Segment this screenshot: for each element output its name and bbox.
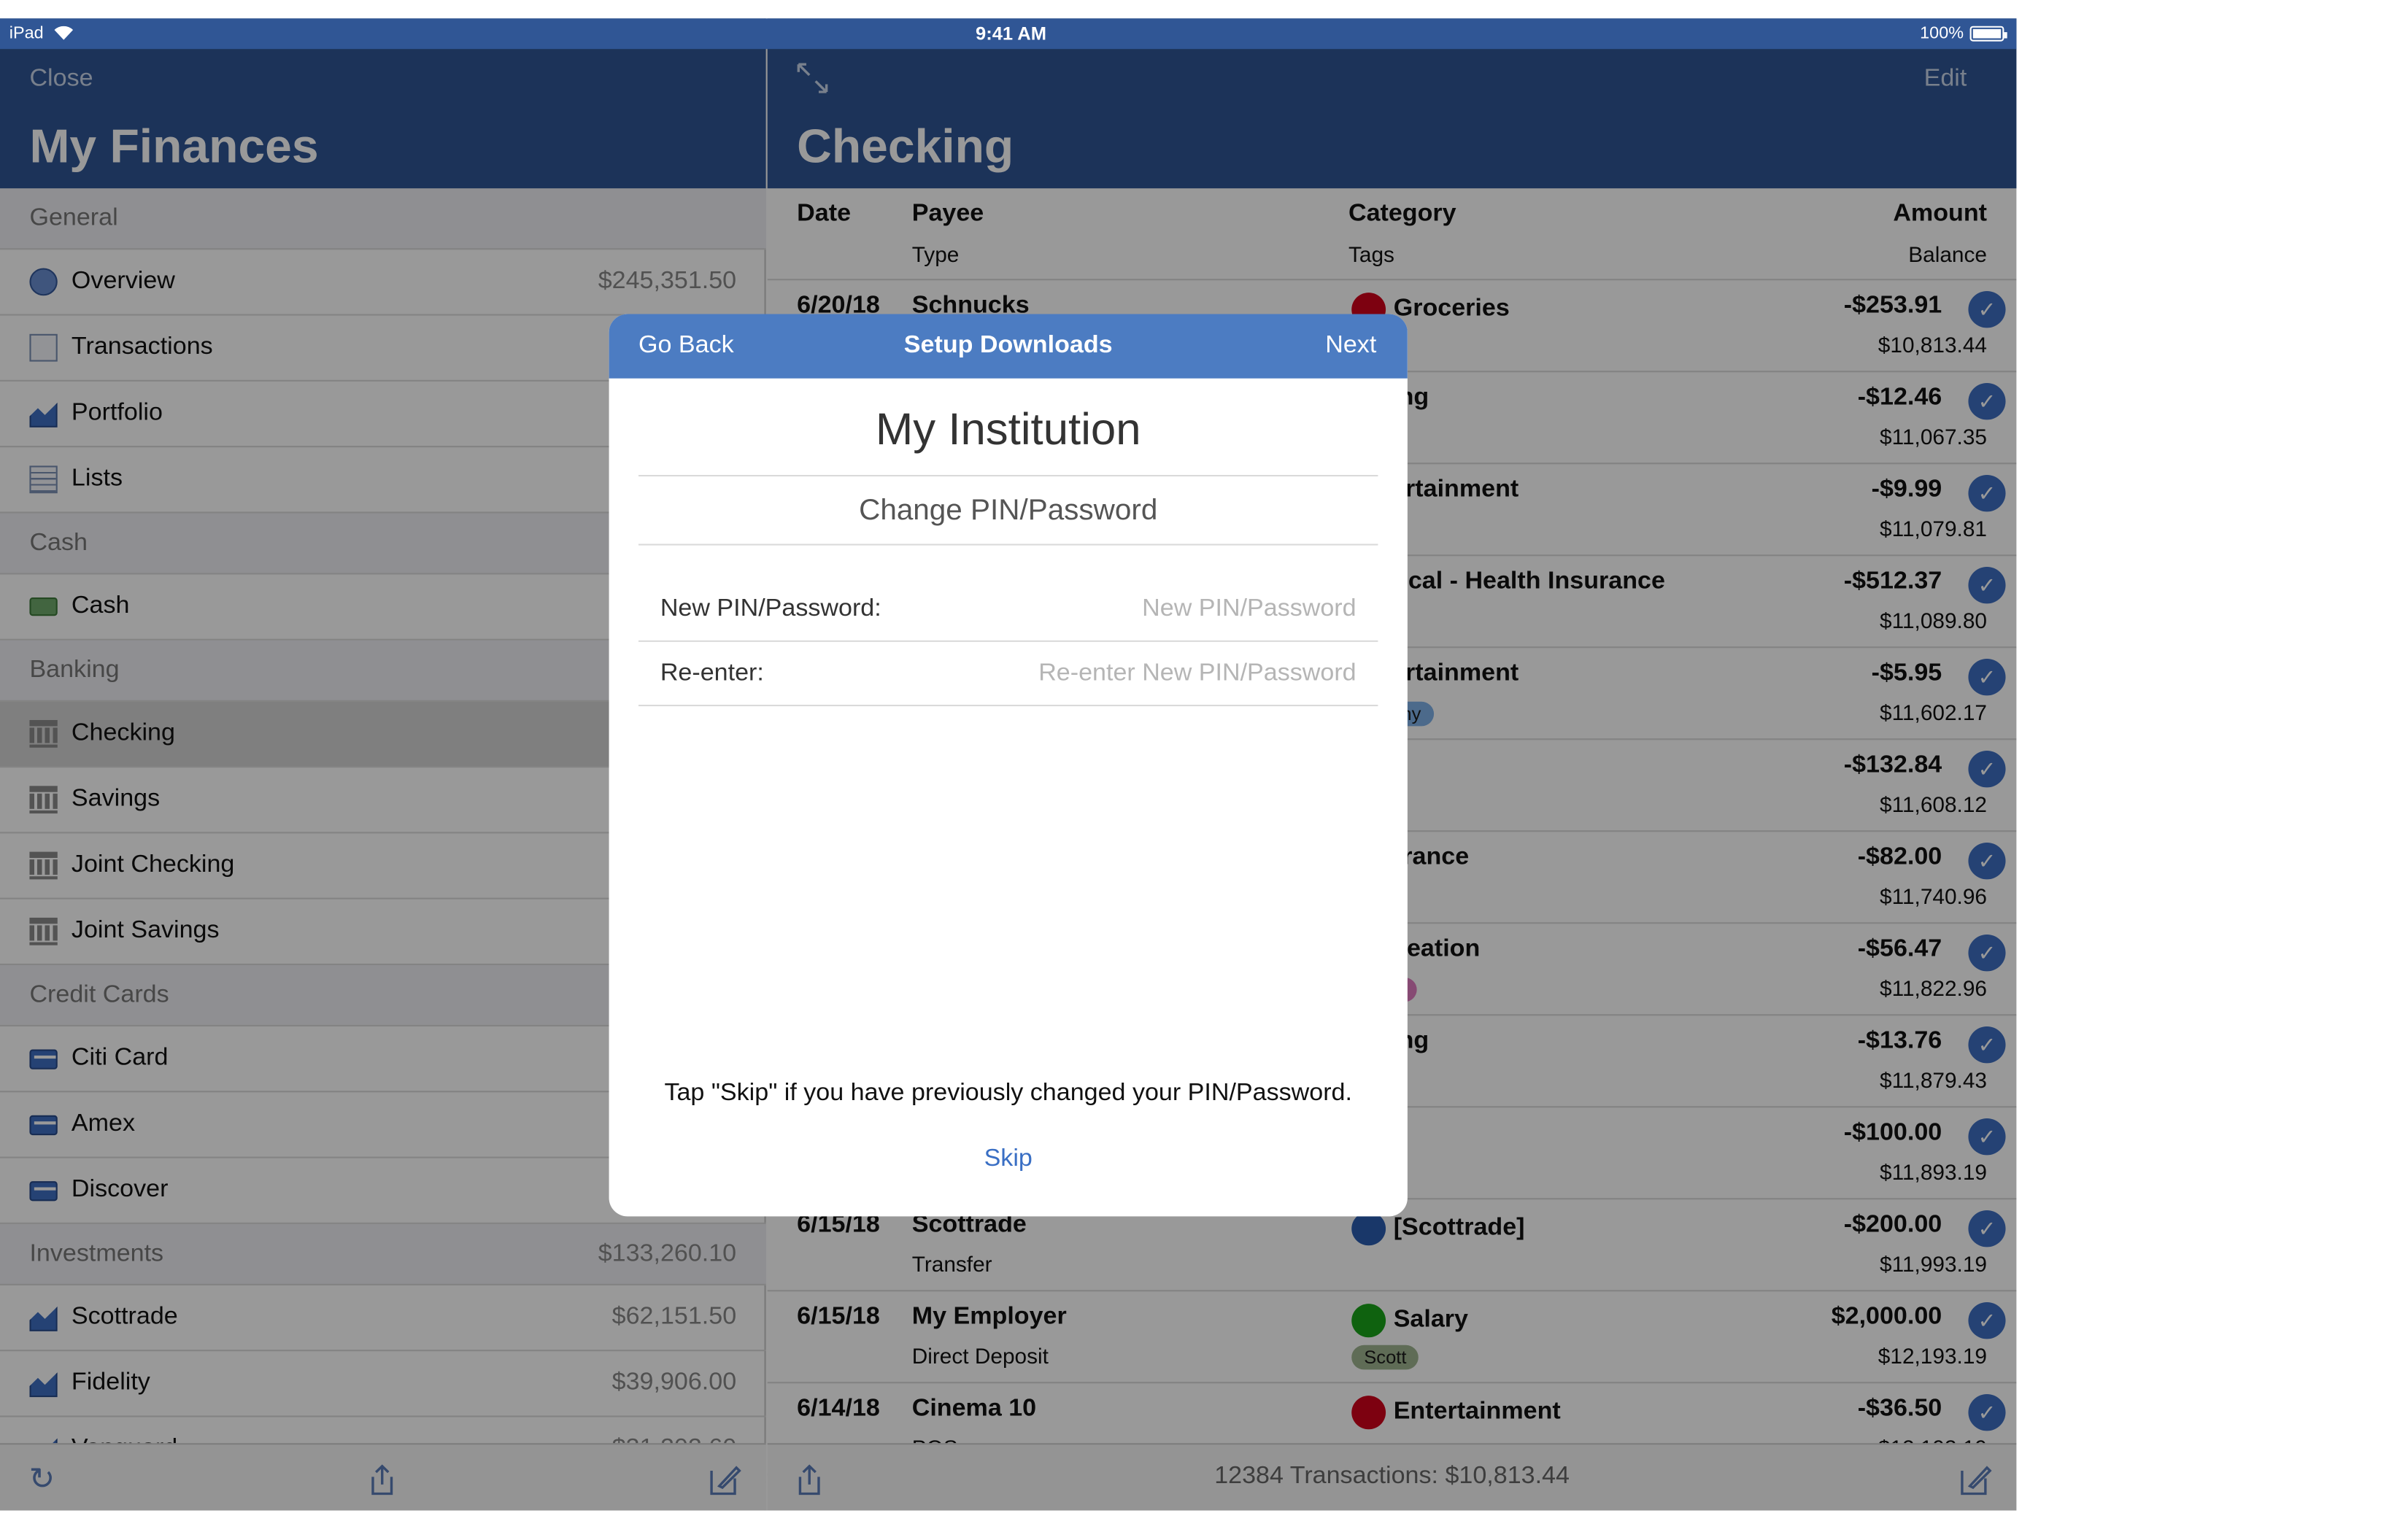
institution-name: My Institution: [638, 379, 1378, 477]
new-pin-input[interactable]: [921, 589, 1357, 630]
status-right: 100%: [1920, 24, 2007, 43]
dialog-header: Go Back Setup Downloads Next: [609, 314, 1408, 379]
skip-hint: Tap "Skip" if you have previously change…: [664, 1080, 1352, 1107]
device-label: iPad: [9, 24, 44, 43]
reenter-pin-row: Re-enter:: [638, 642, 1378, 707]
status-left: iPad: [9, 24, 74, 43]
new-pin-row: New PIN/Password:: [638, 578, 1378, 642]
dialog-title: Setup Downloads: [903, 332, 1113, 359]
battery-icon: [1969, 26, 2007, 42]
next-button[interactable]: Next: [1325, 333, 1376, 360]
setup-downloads-dialog: Go Back Setup Downloads Next My Institut…: [609, 314, 1408, 1217]
dialog-subtitle: Change PIN/Password: [638, 478, 1378, 546]
status-bar: iPad 9:41 AM 100%: [0, 18, 2017, 50]
wifi-icon: [54, 26, 74, 40]
reenter-pin-input[interactable]: [921, 654, 1357, 695]
new-pin-label: New PIN/Password:: [660, 595, 881, 622]
ipad-screen: iPad 9:41 AM 100% Close My Finances Gene…: [0, 18, 2017, 1511]
screen: iPad 9:41 AM 100% Close My Finances Gene…: [0, 0, 2408, 1532]
skip-button[interactable]: Skip: [609, 1146, 1408, 1174]
reenter-pin-label: Re-enter:: [660, 660, 764, 686]
status-time: 9:41 AM: [976, 23, 1047, 45]
battery-percent: 100%: [1920, 24, 1964, 43]
